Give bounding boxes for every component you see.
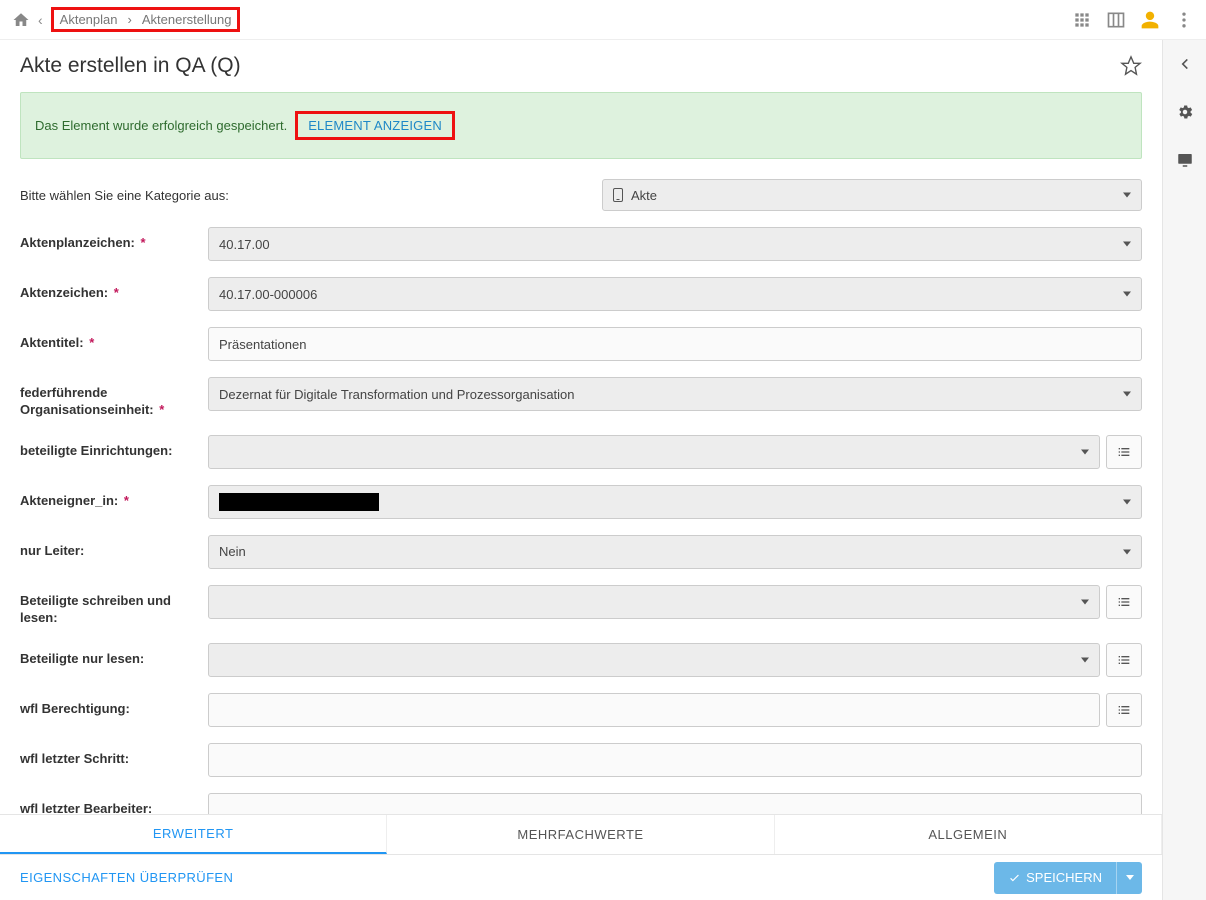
input-wfl-letzter-schritt[interactable] <box>208 743 1142 777</box>
right-rail <box>1162 40 1206 900</box>
list-picker-button[interactable] <box>1106 693 1142 727</box>
select-nur-leiter[interactable]: Nein <box>208 535 1142 569</box>
label-wfl-letzter-schritt: wfl letzter Schritt: <box>20 743 208 768</box>
category-select[interactable]: Akte <box>602 179 1142 211</box>
check-properties-link[interactable]: EIGENSCHAFTEN ÜBERPRÜFEN <box>20 870 233 885</box>
list-icon <box>1116 702 1132 718</box>
select-beteiligte-einrichtungen[interactable] <box>208 435 1100 469</box>
category-row: Bitte wählen Sie eine Kategorie aus: Akt… <box>0 173 1162 227</box>
success-alert: Das Element wurde erfolgreich gespeicher… <box>20 92 1142 159</box>
label-beteiligte-schreiben: Beteiligte schreiben und lesen: <box>20 585 208 627</box>
chevron-down-icon <box>1126 875 1134 880</box>
redacted-value <box>219 493 379 511</box>
breadcrumb-separator: › <box>128 12 132 27</box>
label-beteiligte-einrichtungen: beteiligte Einrichtungen: <box>20 435 208 460</box>
chevron-down-icon <box>1081 449 1089 454</box>
more-icon[interactable] <box>1174 10 1194 30</box>
row-aktenplanzeichen: Aktenplanzeichen: * 40.17.00 <box>20 227 1142 261</box>
settings-icon[interactable] <box>1171 98 1199 126</box>
topbar: ‹ Aktenplan › Aktenerstellung <box>0 0 1206 40</box>
breadcrumb-highlight: Aktenplan › Aktenerstellung <box>51 7 241 32</box>
row-wfl-letzter-bearbeiter: wfl letzter Bearbeiter: <box>20 793 1142 814</box>
collapse-rail-button[interactable] <box>1171 50 1199 78</box>
apps-icon[interactable] <box>1072 10 1092 30</box>
input-wfl-berechtigung[interactable] <box>208 693 1100 727</box>
show-element-link[interactable]: ELEMENT ANZEIGEN <box>308 118 442 133</box>
row-beteiligte-schreiben: Beteiligte schreiben und lesen: <box>20 585 1142 627</box>
alert-link-highlight: ELEMENT ANZEIGEN <box>295 111 455 140</box>
select-aktenzeichen[interactable]: 40.17.00-000006 <box>208 277 1142 311</box>
label-akteneigner: Akteneigner_in: * <box>20 485 208 510</box>
list-picker-button[interactable] <box>1106 585 1142 619</box>
home-icon[interactable] <box>12 11 30 29</box>
row-wfl-letzter-schritt: wfl letzter Schritt: <box>20 743 1142 777</box>
alert-message: Das Element wurde erfolgreich gespeicher… <box>35 118 287 133</box>
input-aktentitel[interactable]: Präsentationen <box>208 327 1142 361</box>
monitor-icon[interactable] <box>1171 146 1199 174</box>
list-icon <box>1116 652 1132 668</box>
columns-icon[interactable] <box>1106 10 1126 30</box>
save-dropdown[interactable] <box>1116 862 1142 894</box>
main-content: Akte erstellen in QA (Q) Das Element wur… <box>0 40 1162 900</box>
list-icon <box>1116 444 1132 460</box>
label-beteiligte-lesen: Beteiligte nur lesen: <box>20 643 208 668</box>
label-wfl-berechtigung: wfl Berechtigung: <box>20 693 208 718</box>
row-federfuehrend: federführende Organisationseinheit: * De… <box>20 377 1142 419</box>
select-beteiligte-schreiben[interactable] <box>208 585 1100 619</box>
user-icon[interactable] <box>1140 10 1160 30</box>
tab-mehrfachwerte[interactable]: MEHRFACHWERTE <box>387 815 774 854</box>
topbar-actions <box>1072 10 1194 30</box>
category-value: Akte <box>631 188 657 203</box>
row-aktenzeichen: Aktenzeichen: * 40.17.00-000006 <box>20 277 1142 311</box>
check-icon <box>1008 871 1021 884</box>
chevron-down-icon <box>1123 242 1131 247</box>
chevron-down-icon <box>1081 599 1089 604</box>
label-nur-leiter: nur Leiter: <box>20 535 208 560</box>
row-beteiligte-lesen: Beteiligte nur lesen: <box>20 643 1142 677</box>
tab-erweitert[interactable]: ERWEITERT <box>0 815 387 854</box>
row-nur-leiter: nur Leiter: Nein <box>20 535 1142 569</box>
page-title: Akte erstellen in QA (Q) <box>20 54 241 78</box>
chevron-down-icon <box>1081 657 1089 662</box>
chevron-down-icon <box>1123 392 1131 397</box>
favorite-icon[interactable] <box>1120 55 1142 77</box>
save-button-group: SPEICHERN <box>994 862 1142 894</box>
list-picker-button[interactable] <box>1106 435 1142 469</box>
select-akteneigner[interactable] <box>208 485 1142 519</box>
label-aktenplanzeichen: Aktenplanzeichen: * <box>20 227 208 252</box>
label-federfuehrend: federführende Organisationseinheit: * <box>20 377 208 419</box>
list-icon <box>1116 594 1132 610</box>
tabs: ERWEITERT MEHRFACHWERTE ALLGEMEIN <box>0 814 1162 854</box>
category-type-icon <box>613 188 623 202</box>
breadcrumb-back[interactable]: ‹ <box>38 12 43 28</box>
form-scroll[interactable]: Aktenplanzeichen: * 40.17.00 Aktenzeiche… <box>0 227 1162 814</box>
tab-allgemein[interactable]: ALLGEMEIN <box>775 815 1162 854</box>
label-aktentitel: Aktentitel: * <box>20 327 208 352</box>
row-akteneigner: Akteneigner_in: * <box>20 485 1142 519</box>
select-federfuehrend[interactable]: Dezernat für Digitale Transformation und… <box>208 377 1142 411</box>
footer: EIGENSCHAFTEN ÜBERPRÜFEN SPEICHERN <box>0 854 1162 900</box>
row-aktentitel: Aktentitel: * Präsentationen <box>20 327 1142 361</box>
label-wfl-letzter-bearbeiter: wfl letzter Bearbeiter: <box>20 793 208 814</box>
title-row: Akte erstellen in QA (Q) <box>0 40 1162 86</box>
save-button[interactable]: SPEICHERN <box>994 862 1116 894</box>
chevron-down-icon <box>1123 499 1131 504</box>
breadcrumb-item-2[interactable]: Aktenerstellung <box>142 12 232 27</box>
select-aktenplanzeichen[interactable]: 40.17.00 <box>208 227 1142 261</box>
label-aktenzeichen: Aktenzeichen: * <box>20 277 208 302</box>
row-beteiligte-einrichtungen: beteiligte Einrichtungen: <box>20 435 1142 469</box>
chevron-down-icon <box>1123 193 1131 198</box>
row-wfl-berechtigung: wfl Berechtigung: <box>20 693 1142 727</box>
breadcrumb-item-1[interactable]: Aktenplan <box>60 12 118 27</box>
list-picker-button[interactable] <box>1106 643 1142 677</box>
input-wfl-letzter-bearbeiter[interactable] <box>208 793 1142 814</box>
select-beteiligte-lesen[interactable] <box>208 643 1100 677</box>
chevron-down-icon <box>1123 549 1131 554</box>
category-label: Bitte wählen Sie eine Kategorie aus: <box>20 188 229 203</box>
chevron-down-icon <box>1123 292 1131 297</box>
